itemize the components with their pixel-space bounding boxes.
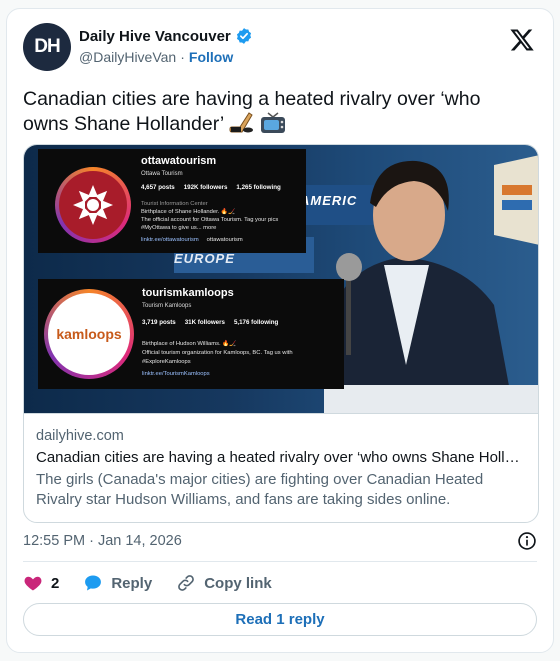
- link-title: Canadian cities are having a heated riva…: [36, 449, 520, 466]
- read-replies-label: Read 1 reply: [235, 611, 325, 628]
- ottawa-links: linktr.ee/ottawatourism ottawatourism: [141, 237, 243, 245]
- ottawa-username: ottawatourism: [141, 155, 217, 167]
- like-button[interactable]: 2: [23, 573, 59, 593]
- television-icon: [261, 112, 286, 133]
- divider: [23, 561, 537, 562]
- link-preview-meta[interactable]: dailyhive.com Canadian cities are having…: [24, 413, 538, 522]
- ottawa-posts: 4,657 posts: [141, 184, 175, 191]
- kamloops-posts: 3,719 posts: [142, 319, 176, 326]
- kamloops-logo: kamloops: [48, 293, 130, 375]
- speech-bubble-icon: [85, 575, 102, 591]
- ottawa-instagram-panel: ottawatourism Ottawa Tourism 4,657 posts…: [38, 149, 306, 253]
- link-preview-card[interactable]: AMERIC EUROPE ottawatourism Ottawa Touri…: [23, 144, 539, 523]
- sign-text-america: AMERIC: [300, 193, 358, 208]
- ottawa-bio-line2: The official account for Ottawa Tourism.…: [141, 217, 279, 223]
- tweet-text: Canadian cities are having a heated riva…: [23, 87, 523, 137]
- kamloops-logo-text: kamloops: [56, 326, 122, 342]
- hockey-stick-icon: [229, 112, 253, 133]
- author-info: Daily Hive Vancouver @DailyHiveVan · Fol…: [79, 27, 253, 65]
- link-icon: [178, 575, 195, 591]
- ottawa-following: 1,265 following: [236, 184, 281, 191]
- link-preview-image[interactable]: AMERIC EUROPE ottawatourism Ottawa Touri…: [24, 145, 538, 413]
- reply-button[interactable]: Reply: [83, 573, 152, 593]
- kamloops-username: tourismkamloops: [142, 287, 234, 299]
- verified-badge-icon: [236, 28, 251, 44]
- kamloops-stats: 3,719 posts 31K followers 5,176 followin…: [142, 319, 278, 326]
- kamloops-followers: 31K followers: [184, 319, 225, 326]
- kamloops-bio-line2: Official tourism organization for Kamloo…: [142, 350, 293, 356]
- ottawa-bio-line1: Birthplace of Shane Hollander. 🔥🏒: [141, 209, 236, 215]
- tweet-header: DH Daily Hive Vancouver @DailyHiveVan · …: [23, 23, 537, 73]
- heart-icon: [24, 576, 42, 591]
- ottawa-logo: [59, 171, 127, 239]
- tweet-actions: 2 Reply Copy link: [23, 571, 296, 595]
- read-replies-button[interactable]: Read 1 reply: [23, 603, 537, 636]
- maple-flower-icon: [73, 185, 113, 225]
- ottawa-link: linktr.ee/ottawatourism: [141, 237, 199, 243]
- tweet-timestamp[interactable]: 12:55 PM · Jan 14, 2026: [23, 533, 182, 549]
- avatar-initials: DH: [34, 36, 60, 57]
- kamloops-following: 5,176 following: [233, 319, 279, 326]
- ottawa-stats: 4,657 posts 192K followers 1,265 followi…: [141, 184, 281, 191]
- author-handle[interactable]: @DailyHiveVan: [79, 49, 176, 65]
- ottawa-display-name: Ottawa Tourism: [141, 171, 183, 177]
- sign-text-europe: EUROPE: [174, 251, 235, 266]
- author-name[interactable]: Daily Hive Vancouver: [79, 28, 231, 45]
- ottawa-bio-line3: #MyOttawa to give us... more: [141, 225, 217, 231]
- copy-link-button[interactable]: Copy link: [176, 573, 272, 593]
- tweet-embed-card: DH Daily Hive Vancouver @DailyHiveVan · …: [6, 8, 554, 653]
- author-avatar[interactable]: DH: [23, 23, 71, 71]
- ottawa-followers: 192K followers: [183, 184, 228, 191]
- kamloops-instagram-panel: kamloops tourismkamloops Tourism Kamloop…: [38, 279, 344, 389]
- follow-button[interactable]: Follow: [189, 49, 233, 65]
- info-icon[interactable]: [517, 531, 537, 551]
- kamloops-bio-line1: Birthplace of Hudson Williams. 🔥🏒: [142, 341, 237, 347]
- like-count: 2: [51, 574, 60, 592]
- reply-label: Reply: [111, 574, 153, 592]
- kamloops-link: linktr.ee/TourismKamloops: [142, 371, 210, 377]
- link-domain: dailyhive.com: [36, 428, 124, 444]
- x-logo-icon[interactable]: [509, 27, 535, 53]
- ottawa-category: Tourist Information Center: [141, 201, 208, 207]
- kamloops-bio-line3: #ExploreKamloops: [142, 359, 191, 365]
- kamloops-display-name: Tourism Kamloops: [142, 303, 192, 309]
- separator-dot: ·: [180, 49, 185, 65]
- copy-link-label: Copy link: [204, 574, 272, 592]
- ottawa-threads: ottawatourism: [206, 237, 243, 243]
- link-description: The girls (Canada's major cities) are fi…: [36, 471, 484, 508]
